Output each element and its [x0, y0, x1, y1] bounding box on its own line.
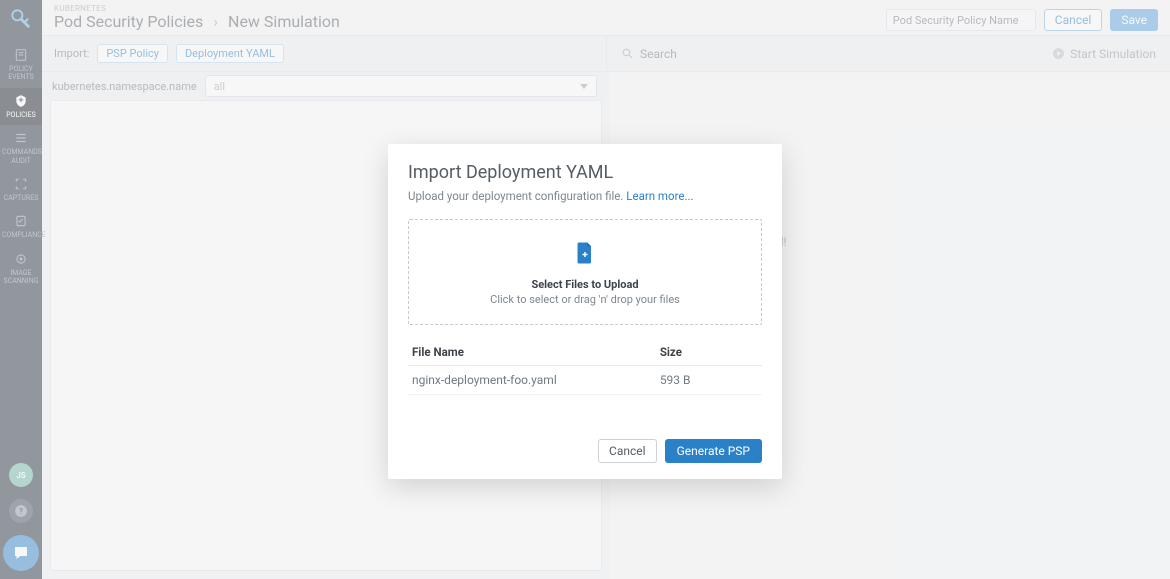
file-size-cell: 593 B [656, 366, 762, 395]
import-yaml-modal: Import Deployment YAML Upload your deplo… [388, 144, 782, 479]
col-size: Size [656, 339, 762, 366]
file-name-cell: nginx-deployment-foo.yaml [408, 366, 656, 395]
learn-more-link[interactable]: Learn more... [626, 189, 693, 203]
dropzone-title: Select Files to Upload [419, 278, 751, 291]
modal-subtitle: Upload your deployment configuration fil… [408, 189, 623, 203]
modal-title: Import Deployment YAML [408, 162, 762, 183]
modal-cancel-button[interactable]: Cancel [598, 439, 657, 463]
file-dropzone[interactable]: Select Files to Upload Click to select o… [408, 219, 762, 325]
uploaded-files-table: File Name Size nginx-deployment-foo.yaml… [408, 339, 762, 395]
generate-psp-button[interactable]: Generate PSP [665, 439, 762, 463]
table-row: nginx-deployment-foo.yaml 593 B [408, 366, 762, 395]
col-file-name: File Name [408, 339, 656, 366]
dropzone-subtitle: Click to select or drag 'n' drop your fi… [419, 293, 751, 306]
file-upload-icon [576, 242, 594, 264]
